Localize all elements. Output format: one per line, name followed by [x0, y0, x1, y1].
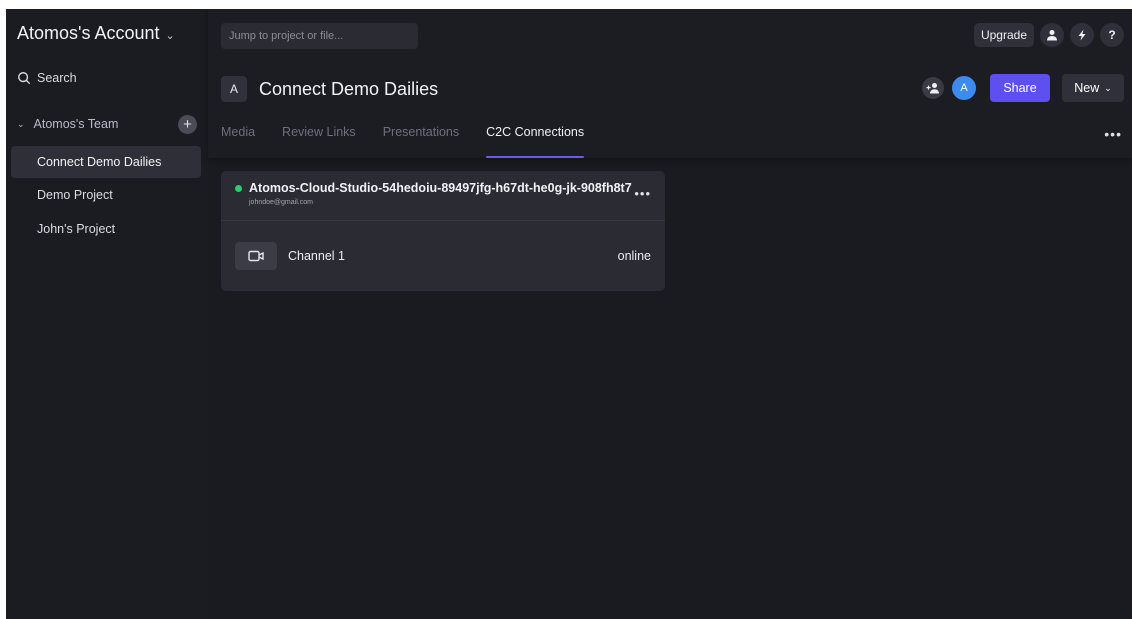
chevron-down-icon: ⌄ — [165, 30, 175, 42]
header: Upgrade ? A Connect Demo Dailies — [208, 9, 1132, 158]
tab-c2c-connections[interactable]: C2C Connections — [486, 125, 584, 158]
notifications-button[interactable] — [1070, 23, 1094, 47]
avatar[interactable]: A — [952, 76, 976, 100]
channel-status: online — [617, 249, 651, 263]
status-dot-icon — [235, 185, 242, 192]
tab-bar: Media Review Links Presentations C2C Con… — [221, 125, 611, 158]
sidebar-item-connect-demo-dailies[interactable]: Connect Demo Dailies — [11, 146, 201, 178]
top-right-actions: Upgrade ? — [973, 23, 1124, 47]
connection-email: johndoe@gmail.com — [249, 199, 313, 206]
channel-camera-button[interactable] — [235, 242, 277, 270]
project-header: A Connect Demo Dailies — [221, 76, 438, 102]
sidebar-item-label: Connect Demo Dailies — [37, 155, 162, 169]
project-actions: A Share New ⌄ — [922, 74, 1124, 102]
jump-to-search-input[interactable] — [221, 23, 418, 49]
page-title: Connect Demo Dailies — [259, 78, 439, 99]
sidebar: Atomos's Account ⌄ Search ⌄ Atomos's Tea… — [6, 9, 208, 619]
sidebar-item-label: Demo Project — [37, 188, 113, 202]
search-label: Search — [37, 71, 77, 85]
user-icon — [1047, 30, 1057, 41]
project-badge: A — [221, 76, 247, 102]
connection-name: Atomos-Cloud-Studio-54hedoiu-89497jfg-h6… — [249, 181, 632, 195]
channel-name: Channel 1 — [288, 249, 345, 263]
account-button[interactable] — [1040, 23, 1064, 47]
team-header[interactable]: ⌄ Atomos's Team + — [17, 115, 197, 134]
upgrade-button[interactable]: Upgrade — [973, 23, 1034, 47]
account-switcher[interactable]: Atomos's Account ⌄ — [17, 23, 175, 44]
tab-presentations[interactable]: Presentations — [383, 125, 459, 158]
invite-user-button[interactable] — [922, 77, 944, 99]
sidebar-search[interactable]: Search — [17, 71, 77, 85]
sidebar-item-demo-project[interactable]: Demo Project — [11, 179, 201, 211]
tab-media[interactable]: Media — [221, 125, 255, 158]
new-button[interactable]: New ⌄ — [1062, 74, 1124, 102]
add-project-button[interactable]: + — [178, 115, 197, 134]
search-icon — [18, 72, 31, 85]
connection-more-options-icon[interactable]: ••• — [634, 186, 651, 201]
chevron-down-icon: ⌄ — [1104, 82, 1112, 93]
help-button[interactable]: ? — [1100, 23, 1124, 47]
account-title: Atomos's Account — [17, 23, 160, 43]
connection-card-header: Atomos-Cloud-Studio-54hedoiu-89497jfg-h6… — [221, 171, 665, 221]
tab-review-links[interactable]: Review Links — [282, 125, 356, 158]
video-camera-icon — [248, 250, 264, 262]
add-user-icon — [926, 83, 939, 94]
share-button[interactable]: Share — [990, 74, 1050, 102]
question-icon: ? — [1108, 28, 1116, 42]
team-label: Atomos's Team — [33, 117, 119, 131]
main-content: Upgrade ? A Connect Demo Dailies — [208, 9, 1132, 619]
new-button-label: New — [1074, 81, 1100, 95]
sidebar-item-label: John's Project — [37, 222, 116, 236]
sidebar-item-johns-project[interactable]: John's Project — [11, 213, 201, 245]
connection-card: Atomos-Cloud-Studio-54hedoiu-89497jfg-h6… — [221, 171, 665, 291]
chevron-down-icon: ⌄ — [17, 118, 25, 129]
app-window: Atomos's Account ⌄ Search ⌄ Atomos's Tea… — [6, 9, 1132, 619]
more-options-icon[interactable]: ••• — [1104, 126, 1122, 142]
lightning-icon — [1078, 29, 1086, 41]
